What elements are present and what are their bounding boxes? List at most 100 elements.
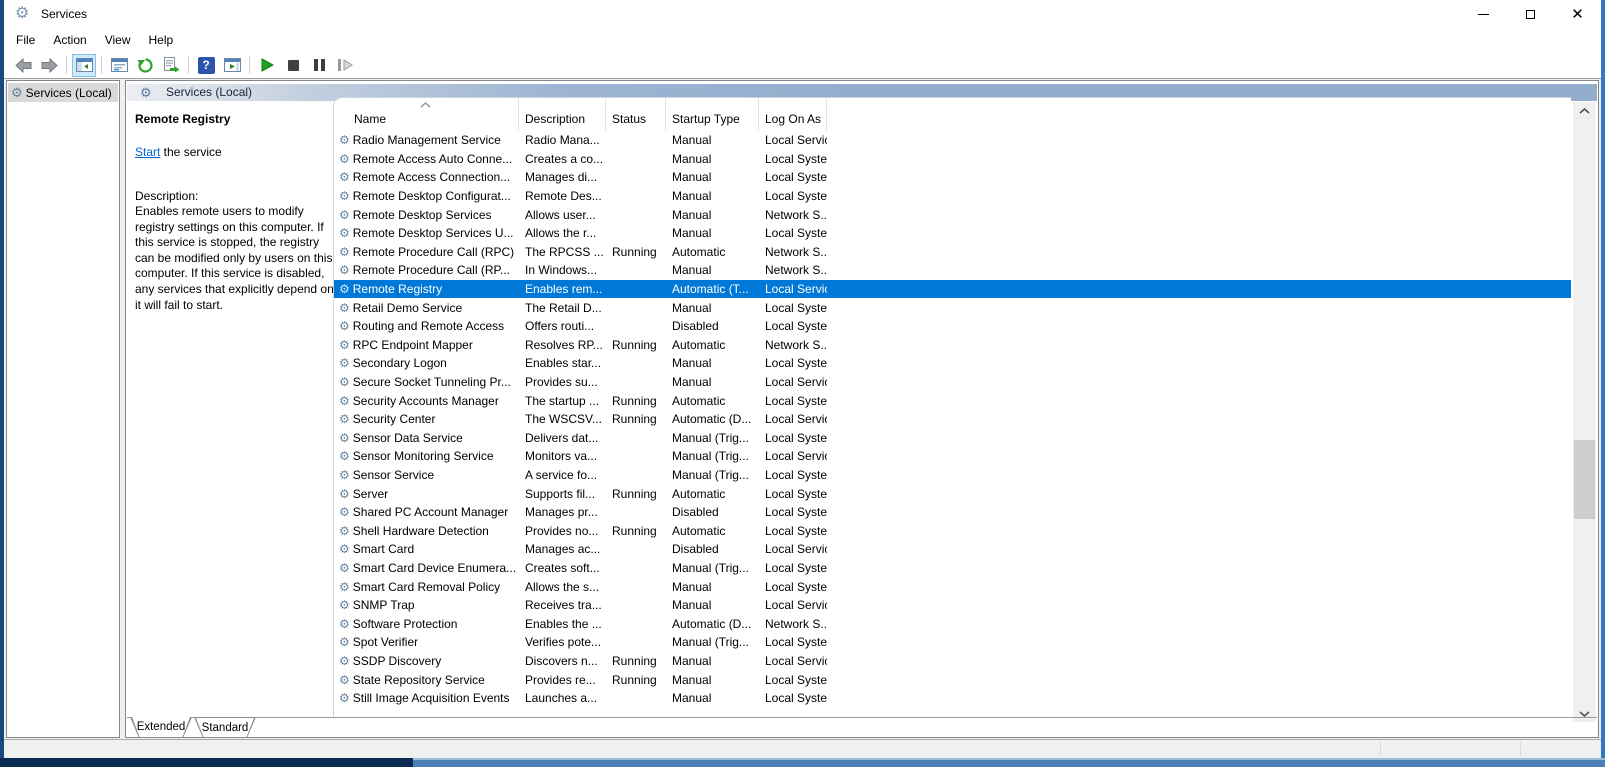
service-name: Remote Procedure Call (RP... (353, 263, 510, 277)
table-row[interactable]: ⚙Sensor Data ServiceDelivers dat...Manua… (334, 429, 1571, 448)
service-startup-type: Manual (666, 691, 759, 705)
table-row[interactable]: ⚙Software ProtectionEnables the ...Autom… (334, 614, 1571, 633)
service-startup-type: Manual (666, 580, 759, 594)
service-name: Remote Access Connection... (353, 170, 510, 184)
service-log-on-as: Local Syste... (759, 394, 827, 408)
service-name-cell: ⚙Smart Card Removal Policy (334, 580, 519, 594)
scrollbar-thumb[interactable] (1574, 440, 1595, 519)
column-header-startup-type[interactable]: Startup Type (666, 98, 759, 131)
maximize-button[interactable] (1507, 0, 1554, 29)
table-row[interactable]: ⚙Shell Hardware DetectionProvides no...R… (334, 521, 1571, 540)
service-description: Delivers dat... (519, 431, 606, 445)
table-row[interactable]: ⚙Remote Access Auto Conne...Creates a co… (334, 150, 1571, 169)
tree-item-services-local[interactable]: ⚙ Services (Local) (8, 83, 118, 102)
show-console-tree-button[interactable] (72, 54, 96, 77)
table-row[interactable]: ⚙Secure Socket Tunneling Pr...Provides s… (334, 373, 1571, 392)
table-row[interactable]: ⚙Routing and Remote AccessOffers routi..… (334, 317, 1571, 336)
scroll-down-button[interactable] (1573, 705, 1596, 722)
table-row[interactable]: ⚙Remote Procedure Call (RPC)The RPCSS ..… (334, 243, 1571, 262)
service-name-cell: ⚙Security Accounts Manager (334, 394, 519, 408)
table-row[interactable]: ⚙SSDP DiscoveryDiscovers n...RunningManu… (334, 652, 1571, 671)
service-description: Verifies pote... (519, 635, 606, 649)
toolbar: ? (4, 52, 1601, 79)
column-header-log-on-as[interactable]: Log On As (759, 98, 827, 131)
column-header-name[interactable]: Name (334, 98, 519, 131)
service-name: Smart Card Device Enumera... (353, 561, 516, 575)
service-description: Enables star... (519, 356, 606, 370)
menu-action[interactable]: Action (44, 29, 95, 52)
service-name-cell: ⚙Sensor Data Service (334, 431, 519, 445)
table-row[interactable]: ⚙Security Accounts ManagerThe startup ..… (334, 391, 1571, 410)
service-log-on-as: Local Syste... (759, 673, 827, 687)
service-startup-type: Manual (666, 301, 759, 315)
table-row[interactable]: ⚙Shared PC Account ManagerManages pr...D… (334, 503, 1571, 522)
service-startup-type: Disabled (666, 319, 759, 333)
menu-file[interactable]: File (7, 29, 44, 52)
restart-service-button[interactable] (333, 54, 357, 77)
service-name-cell: ⚙Smart Card (334, 542, 519, 556)
table-row[interactable]: ⚙Sensor ServiceA service fo...Manual (Tr… (334, 466, 1571, 485)
service-name: Smart Card (353, 542, 414, 556)
scroll-up-button[interactable] (1573, 102, 1596, 119)
pause-service-button[interactable] (307, 54, 331, 77)
table-row[interactable]: ⚙ServerSupports fil...RunningAutomaticLo… (334, 484, 1571, 503)
export-list-button[interactable] (159, 54, 183, 77)
table-row[interactable]: ⚙Remote Desktop ServicesAllows user...Ma… (334, 205, 1571, 224)
stop-service-button[interactable] (281, 54, 305, 77)
table-row[interactable]: ⚙Remote Desktop Configurat...Remote Des.… (334, 187, 1571, 206)
help-button[interactable]: ? (194, 54, 218, 77)
service-gear-icon: ⚙ (339, 488, 350, 500)
table-row[interactable]: ⚙State Repository ServiceProvides re...R… (334, 670, 1571, 689)
table-row[interactable]: ⚙Remote Procedure Call (RP...In Windows.… (334, 261, 1571, 280)
table-row[interactable]: ⚙Smart Card Device Enumera...Creates sof… (334, 559, 1571, 578)
refresh-button[interactable] (133, 54, 157, 77)
service-description: Allows user... (519, 208, 606, 222)
table-row[interactable]: ⚙Security CenterThe WSCSV...RunningAutom… (334, 410, 1571, 429)
vertical-scrollbar[interactable] (1573, 102, 1596, 722)
service-log-on-as: Local Service (759, 542, 827, 556)
start-service-button[interactable] (255, 54, 279, 77)
service-log-on-as: Local Service (759, 375, 827, 389)
menu-view[interactable]: View (96, 29, 140, 52)
service-startup-type: Automatic (T... (666, 282, 759, 296)
service-name-cell: ⚙State Repository Service (334, 673, 519, 687)
tab-standard[interactable]: Standard (194, 717, 256, 738)
start-service-link[interactable]: Start (135, 145, 160, 159)
table-row[interactable]: ⚙Still Image Acquisition EventsLaunches … (334, 689, 1571, 708)
table-row[interactable]: ⚙Retail Demo ServiceThe Retail D...Manua… (334, 298, 1571, 317)
table-row[interactable]: ⚙Remote Desktop Services U...Allows the … (334, 224, 1571, 243)
show-extended-view-button[interactable] (220, 54, 244, 77)
service-startup-type: Manual (666, 375, 759, 389)
table-row[interactable]: ⚙RPC Endpoint MapperResolves RP...Runnin… (334, 336, 1571, 355)
service-gear-icon: ⚙ (339, 134, 350, 146)
properties-button[interactable] (107, 54, 131, 77)
table-row[interactable]: ⚙Spot VerifierVerifies pote...Manual (Tr… (334, 633, 1571, 652)
back-button[interactable] (11, 54, 35, 77)
service-log-on-as: Local Syste... (759, 189, 827, 203)
service-startup-type: Automatic (666, 524, 759, 538)
service-name-cell: ⚙Software Protection (334, 617, 519, 631)
tab-extended[interactable]: Extended (130, 717, 192, 738)
table-row[interactable]: ⚙SNMP TrapReceives tra...ManualLocal Ser… (334, 596, 1571, 615)
table-row[interactable]: ⚙Secondary LogonEnables star...ManualLoc… (334, 354, 1571, 373)
table-row[interactable]: ⚙Radio Management ServiceRadio Mana...Ma… (334, 131, 1571, 150)
table-row[interactable]: ⚙Remote Access Connection...Manages di..… (334, 168, 1571, 187)
service-name-cell: ⚙Remote Desktop Configurat... (334, 189, 519, 203)
table-row[interactable]: ⚙Smart Card Removal PolicyAllows the s..… (334, 577, 1571, 596)
column-header-description[interactable]: Description (519, 98, 606, 131)
table-row[interactable]: ⚙Smart CardManages ac...DisabledLocal Se… (334, 540, 1571, 559)
forward-button[interactable] (37, 54, 61, 77)
service-description: Radio Mana... (519, 133, 606, 147)
service-list-body: ⚙Radio Management ServiceRadio Mana...Ma… (334, 131, 1571, 707)
service-description: The startup ... (519, 394, 606, 408)
minimize-button[interactable] (1460, 0, 1507, 29)
service-name: Secure Socket Tunneling Pr... (353, 375, 511, 389)
service-name-cell: ⚙Server (334, 487, 519, 501)
service-description: The Retail D... (519, 301, 606, 315)
close-button[interactable]: ✕ (1554, 0, 1601, 29)
menu-help[interactable]: Help (140, 29, 183, 52)
table-row[interactable]: ⚙Remote RegistryEnables rem...Automatic … (334, 280, 1571, 299)
column-header-status[interactable]: Status (606, 98, 666, 131)
service-name: Server (353, 487, 388, 501)
table-row[interactable]: ⚙Sensor Monitoring ServiceMonitors va...… (334, 447, 1571, 466)
